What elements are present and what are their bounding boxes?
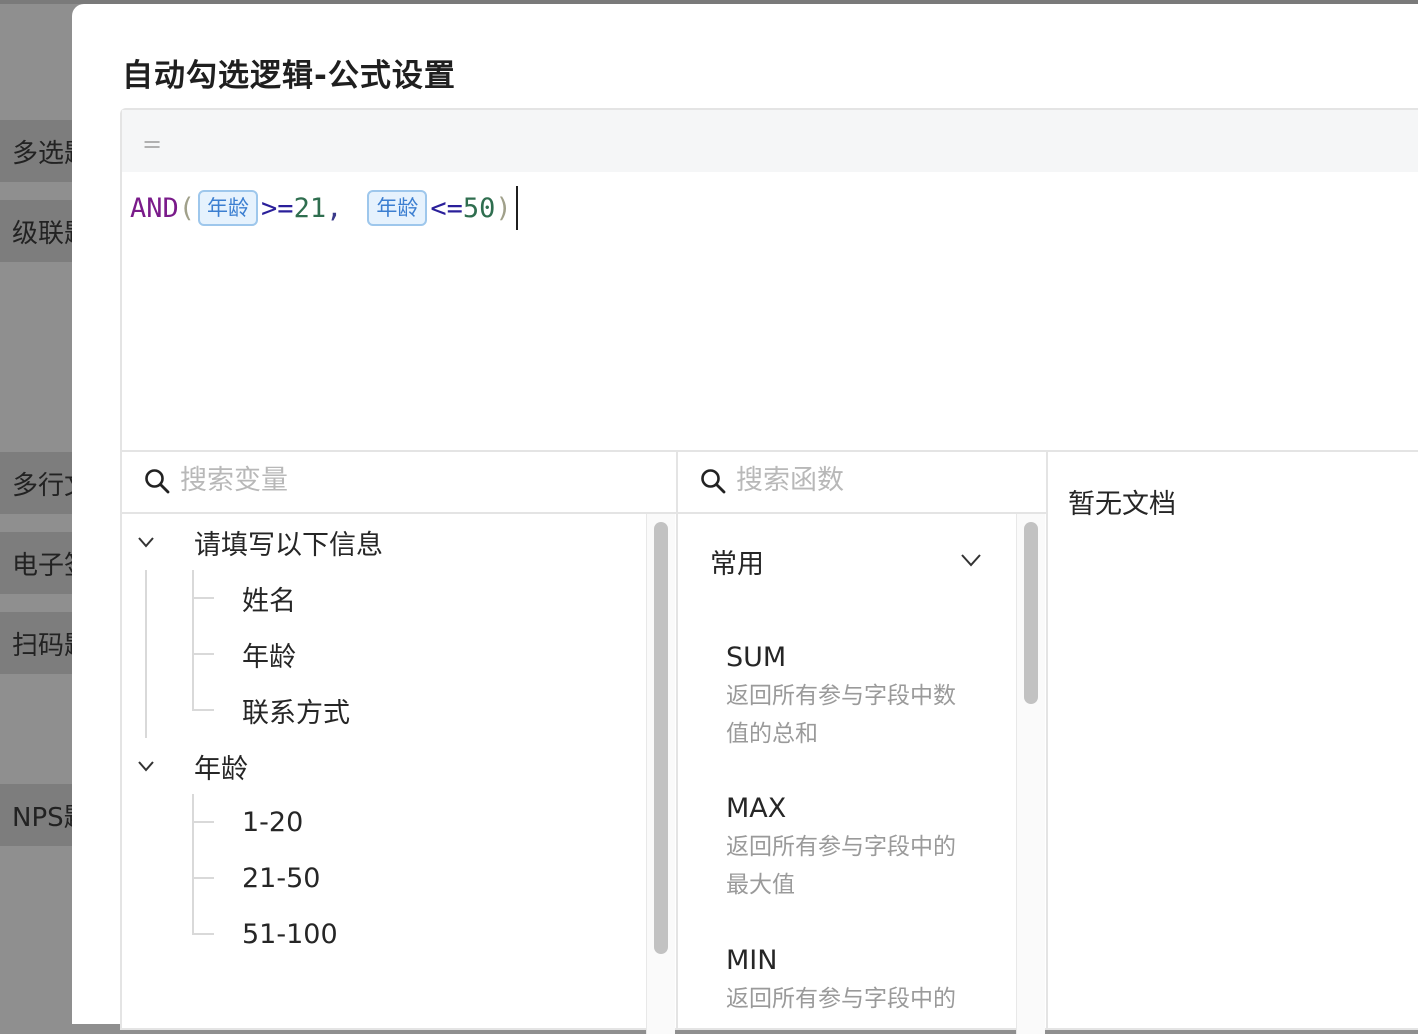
formula-number-21: 21 [293, 192, 327, 224]
variable-search-bar [122, 452, 676, 514]
function-name: MIN [726, 945, 778, 976]
variable-chip-age[interactable]: 年龄 [198, 190, 259, 226]
tree-connector [192, 877, 214, 879]
function-description: 返回所有参与字段中数 值的总和 [726, 677, 986, 753]
chevron-down-icon[interactable] [136, 756, 156, 776]
tree-group-label: 请填写以下信息 [194, 529, 383, 561]
tree-item-row[interactable]: 年龄 [122, 626, 642, 682]
variables-scrollbar[interactable] [646, 514, 675, 1034]
function-item-min[interactable]: MIN 返回所有参与字段中的 [726, 945, 986, 1018]
tree-item-label: 联系方式 [242, 697, 350, 729]
function-search-input[interactable] [734, 464, 978, 497]
function-doc-panel: 暂无文档 [1046, 450, 1418, 1030]
modal-title: 自动勾选逻辑-公式设置 [122, 58, 456, 94]
function-search-bar [678, 452, 1046, 514]
tree-item-label: 21-50 [242, 862, 321, 894]
tree-group-row[interactable]: 年龄 [122, 738, 642, 794]
variable-group: 请填写以下信息 姓名 年龄 联系方式 [122, 514, 642, 738]
function-category-label[interactable]: 常用 [710, 542, 764, 581]
chevron-down-icon[interactable] [136, 532, 156, 552]
functions-panel: 常用 SUM 返回所有参与字段中数 值的总和 MAX 返回所有参与字段中的 最大… [676, 450, 1046, 1034]
formula-close-paren: ) [495, 192, 512, 224]
tree-group-label: 年龄 [194, 753, 248, 785]
tree-item-label: 姓名 [242, 585, 296, 617]
formula-settings-modal: 自动勾选逻辑-公式设置 = AND ( 年龄 >= 21 , 年龄 <= 50 … [72, 4, 1418, 1034]
tree-item-row[interactable]: 21-50 [122, 850, 642, 906]
tree-connector [192, 821, 214, 823]
bg-item-signature: 电子签名 [0, 532, 72, 594]
function-item-max[interactable]: MAX 返回所有参与字段中的 最大值 [726, 793, 986, 904]
variable-group: 年龄 1-20 21-50 51-100 [122, 738, 642, 962]
bg-item-cascade: 级联题 [0, 200, 72, 262]
tree-item-label: 1-20 [242, 806, 304, 838]
search-icon [701, 469, 726, 494]
formula-operator-gte: >= [261, 192, 294, 224]
equals-sign: = [142, 130, 163, 158]
tree-item-row[interactable]: 联系方式 [122, 682, 642, 738]
variable-search-input[interactable] [178, 464, 462, 497]
chevron-down-icon[interactable] [960, 552, 982, 568]
function-name: MAX [726, 793, 787, 824]
bg-item-nps: NPS题 [0, 784, 72, 846]
tree-item-label: 年龄 [242, 641, 296, 673]
formula-line[interactable]: AND ( 年龄 >= 21 , 年龄 <= 50 ) [130, 186, 518, 230]
function-description-line: 返回所有参与字段中的 [726, 986, 956, 1012]
variable-chip-age[interactable]: 年龄 [367, 190, 428, 226]
tree-connector [192, 653, 214, 655]
formula-panels: 请填写以下信息 姓名 年龄 联系方式 [120, 450, 1418, 1034]
function-description-line: 返回所有参与字段中的 [726, 834, 956, 860]
doc-empty-text: 暂无文档 [1068, 489, 1176, 520]
formula-operator-lte: <= [430, 192, 463, 224]
function-item-sum[interactable]: SUM 返回所有参与字段中数 值的总和 [726, 642, 986, 753]
tree-item-row[interactable]: 1-20 [122, 794, 642, 850]
variables-scrollbar-thumb[interactable] [654, 522, 668, 954]
formula-comma: , [326, 192, 343, 224]
tree-connector [192, 709, 214, 711]
formula-open-paren: ( [178, 192, 196, 224]
formula-function-token: AND [130, 192, 179, 224]
function-description-line: 最大值 [726, 872, 795, 898]
tree-connector [192, 933, 214, 935]
functions-scrollbar[interactable] [1016, 514, 1045, 1034]
editor-header: = [122, 110, 1418, 172]
tree-item-label: 51-100 [242, 918, 338, 950]
tree-item-row[interactable]: 51-100 [122, 906, 642, 962]
formula-number-50: 50 [462, 192, 496, 224]
tree-item-row[interactable]: 姓名 [122, 570, 642, 626]
function-description-line: 返回所有参与字段中数 [726, 683, 956, 709]
function-description: 返回所有参与字段中的 [726, 980, 986, 1018]
functions-scrollbar-thumb[interactable] [1024, 522, 1038, 704]
variable-tree: 请填写以下信息 姓名 年龄 联系方式 年龄 1-20 21-50 51-100 [122, 514, 642, 962]
function-description: 返回所有参与字段中的 最大值 [726, 828, 986, 904]
text-cursor [515, 186, 518, 230]
tree-group-row[interactable]: 请填写以下信息 [122, 514, 642, 570]
variables-panel: 请填写以下信息 姓名 年龄 联系方式 [120, 450, 676, 1034]
bg-item-multiselect: 多选题 [0, 120, 72, 182]
function-description-line: 值的总和 [726, 721, 818, 747]
formula-editor[interactable]: = AND ( 年龄 >= 21 , 年龄 <= 50 ) [120, 108, 1418, 454]
tree-connector [192, 597, 214, 599]
function-name: SUM [726, 642, 787, 673]
bg-item-multiline-text: 多行文本 [0, 452, 72, 514]
bg-item-scan: 扫码题 [0, 612, 72, 674]
search-icon [145, 469, 170, 494]
